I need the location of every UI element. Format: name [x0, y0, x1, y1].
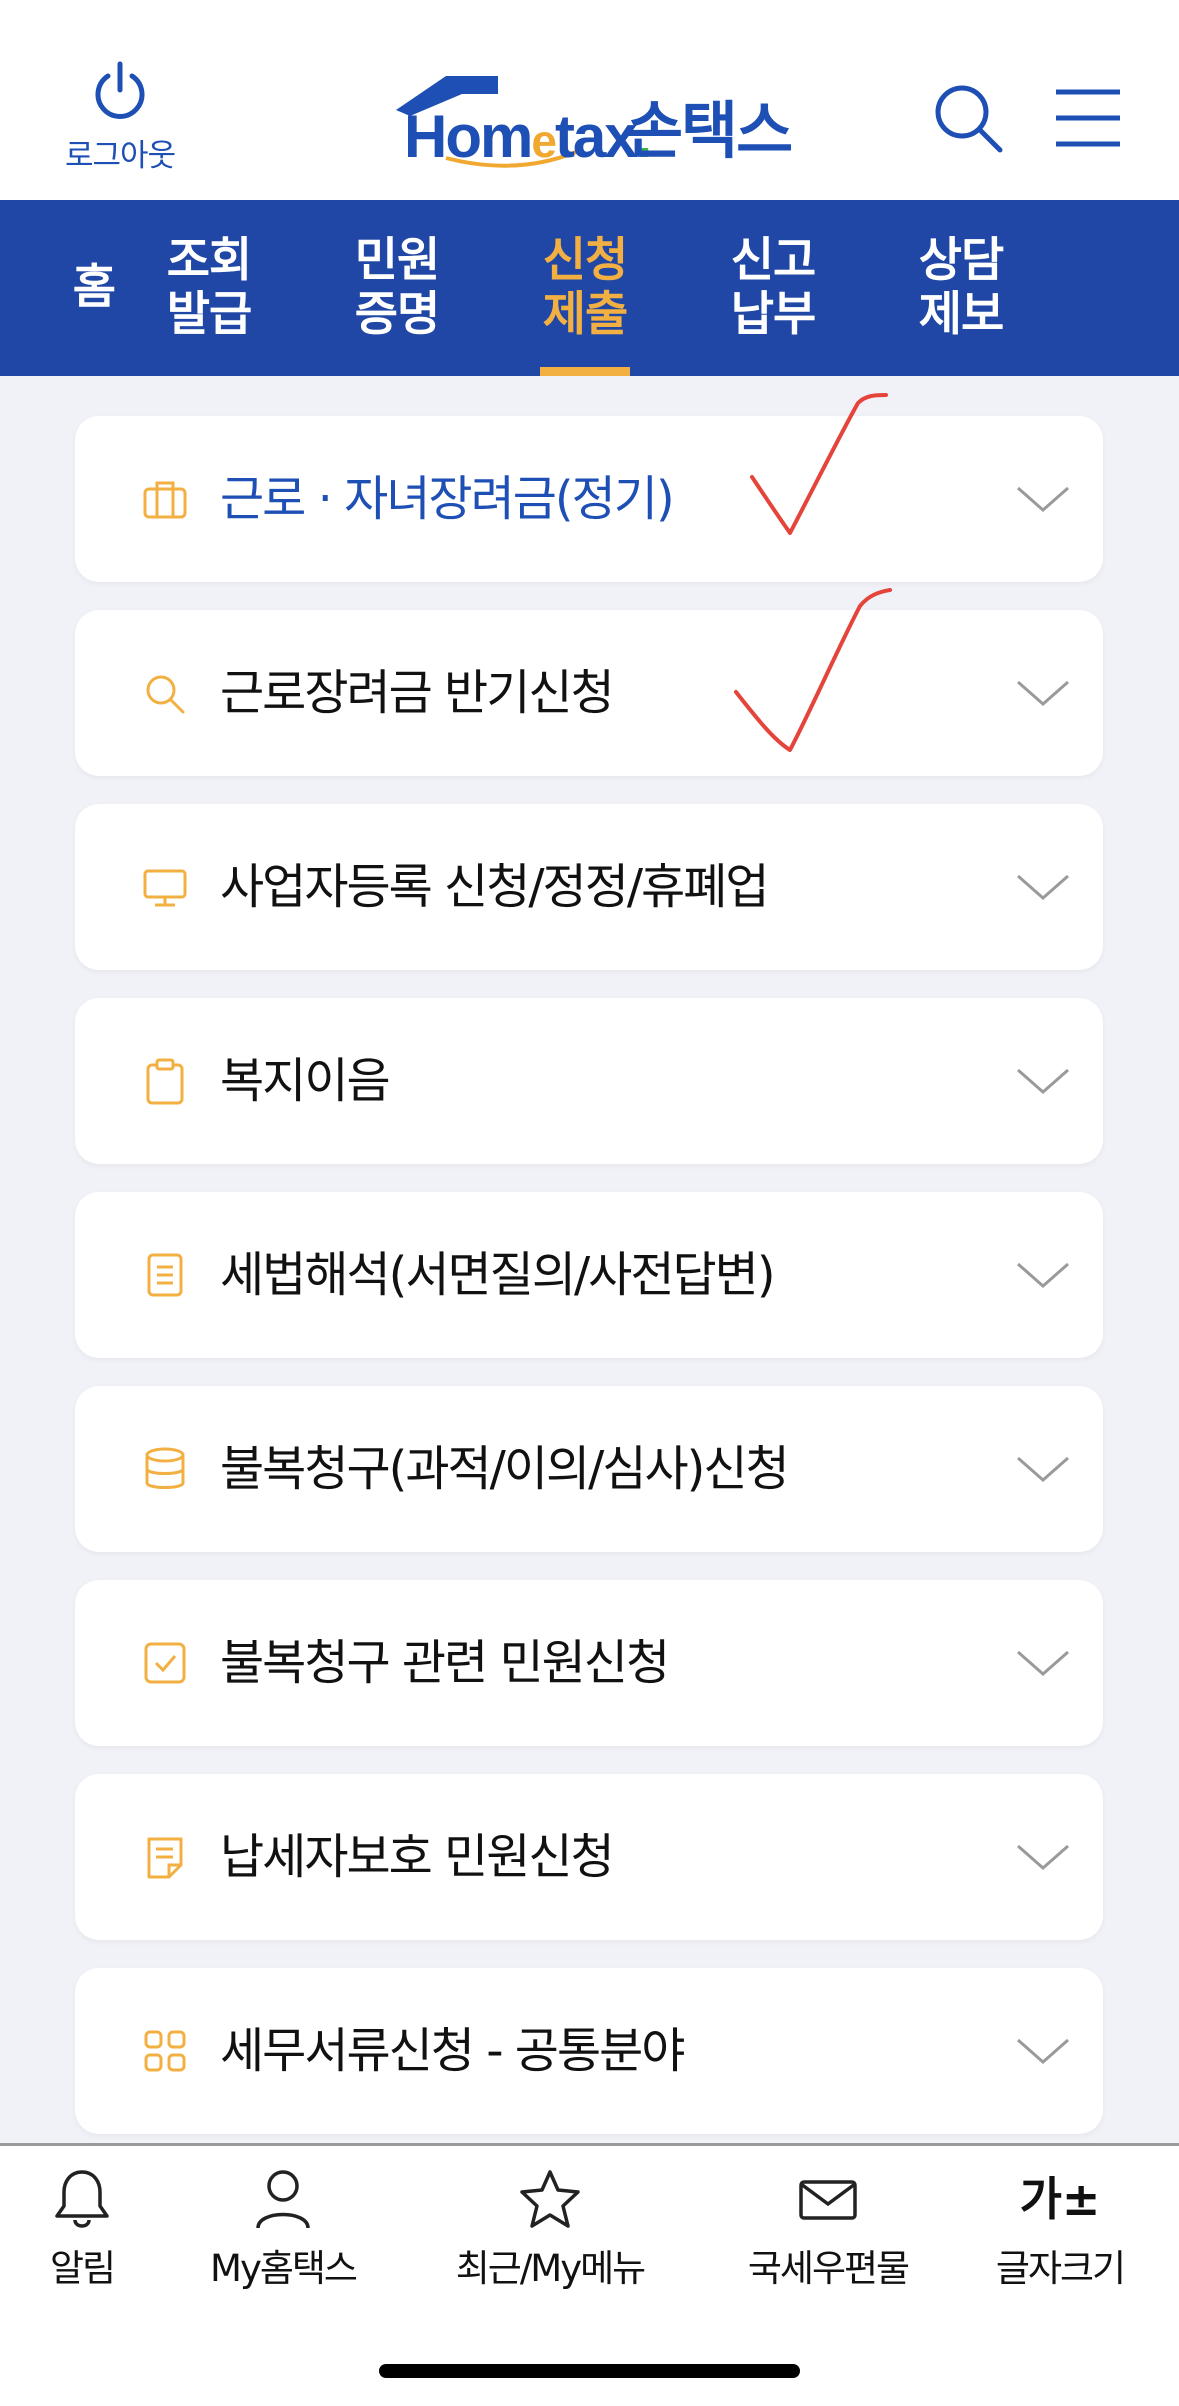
list-item-business-registration[interactable]: 사업자등록 신청/정정/휴폐업 [75, 804, 1103, 970]
monitor-icon [143, 869, 187, 907]
list-item-tax-interpretation[interactable]: 세법해석(서면질의/사전답변) [75, 1192, 1103, 1358]
chevron-down-icon [1017, 486, 1069, 512]
list-item-earned-income-credit[interactable]: 근로 · 자녀장려금(정기) [75, 416, 1103, 582]
logout-button[interactable]: 로그아웃 [55, 60, 185, 174]
search-icon [935, 85, 1003, 153]
list-item-appeal-civil-petition[interactable]: 불복청구 관련 민원신청 [75, 1580, 1103, 1746]
main-nav: 홈 조회 발급 민원 증명 신청 제출 신고 납부 상담 제보 [0, 200, 1179, 376]
chevron-down-icon [1017, 874, 1069, 900]
tab-notifications[interactable]: 알림 [22, 2168, 142, 2290]
list-item-label: 불복청구 관련 민원신청 [220, 1635, 670, 1691]
list-item-label: 세법해석(서면질의/사전답변) [220, 1247, 776, 1303]
user-icon [256, 2170, 310, 2229]
list-item-tax-documents[interactable]: 세무서류신청 - 공통분야 [75, 1968, 1103, 2134]
grid-icon [144, 2030, 186, 2072]
database-icon [145, 1447, 185, 1489]
briefcase-icon [143, 481, 187, 519]
list-item-taxpayer-protection[interactable]: 납세자보호 민원신청 [75, 1774, 1103, 1940]
chevron-down-icon [1017, 680, 1069, 706]
mail-icon [799, 2180, 857, 2220]
menu-button[interactable] [1048, 78, 1128, 158]
tab-label: 알림 [49, 2247, 116, 2290]
list-item-welfare-link[interactable]: 복지이음 [75, 998, 1103, 1164]
hamburger-menu-icon [1056, 89, 1120, 147]
list-item-half-year-application[interactable]: 근로장려금 반기신청 [75, 610, 1103, 776]
document-icon [147, 1253, 183, 1297]
font-size-icon: 가± [1019, 2172, 1101, 2226]
search-button[interactable] [930, 78, 1010, 158]
bell-icon [55, 2170, 109, 2228]
list-item-label: 세무서류신청 - 공통분야 [220, 2023, 685, 2079]
list-item-label: 근로장려금 반기신청 [220, 665, 615, 721]
search-icon [146, 675, 185, 714]
chevron-down-icon [1017, 1262, 1069, 1288]
tab-label: My홈택스 [210, 2247, 358, 2290]
nav-tab-home[interactable]: 홈 [0, 200, 116, 376]
tab-my-hometax[interactable]: My홈택스 [198, 2168, 368, 2290]
logo-brand-text: Hometax. [404, 103, 652, 170]
chevron-down-icon [1017, 1650, 1069, 1676]
tab-tax-mail[interactable]: 국세우편물 [728, 2168, 928, 2290]
logout-label: 로그아웃 [64, 138, 176, 174]
nav-tab-consult[interactable]: 상담 제보 [867, 200, 1055, 376]
list-item-label: 사업자등록 신청/정정/휴폐업 [220, 859, 770, 915]
list-item-label: 불복청구(과적/이의/심사)신청 [220, 1441, 790, 1497]
nav-tab-inquiry[interactable]: 조회 발급 [115, 200, 303, 376]
list-item-label: 근로 · 자녀장려금(정기) [220, 471, 675, 527]
nav-tab-report[interactable]: 신고 납부 [679, 200, 867, 376]
app-name: 손택스 [626, 94, 793, 167]
home-indicator [379, 2364, 800, 2378]
chevron-down-icon [1017, 1844, 1069, 1870]
top-header: 로그아웃 Hometax. 손택스 [0, 0, 1179, 200]
tab-recent-my-menu[interactable]: 최근/My메뉴 [440, 2168, 660, 2290]
tab-label: 최근/My메뉴 [455, 2247, 646, 2290]
chevron-down-icon [1017, 1068, 1069, 1094]
power-icon [95, 61, 145, 119]
chevron-down-icon [1017, 1456, 1069, 1482]
list-item-label: 납세자보호 민원신청 [220, 1829, 615, 1885]
checkbox-icon [144, 1642, 186, 1684]
nav-tab-civil[interactable]: 민원 증명 [303, 200, 491, 376]
clipboard-icon [146, 1058, 184, 1105]
hometax-logo[interactable]: Hometax. 손택스 [386, 72, 806, 172]
list-item-label: 복지이음 [220, 1053, 391, 1109]
nav-tab-apply[interactable]: 신청 제출 [491, 200, 679, 376]
tab-label: 글자크기 [995, 2247, 1126, 2290]
chevron-down-icon [1017, 2038, 1069, 2064]
list-item-appeal-application[interactable]: 불복청구(과적/이의/심사)신청 [75, 1386, 1103, 1552]
note-icon [147, 1837, 183, 1879]
star-icon [520, 2170, 580, 2228]
tab-label: 국세우편물 [747, 2247, 910, 2290]
tab-font-size[interactable]: 가± 글자크기 [980, 2168, 1140, 2290]
